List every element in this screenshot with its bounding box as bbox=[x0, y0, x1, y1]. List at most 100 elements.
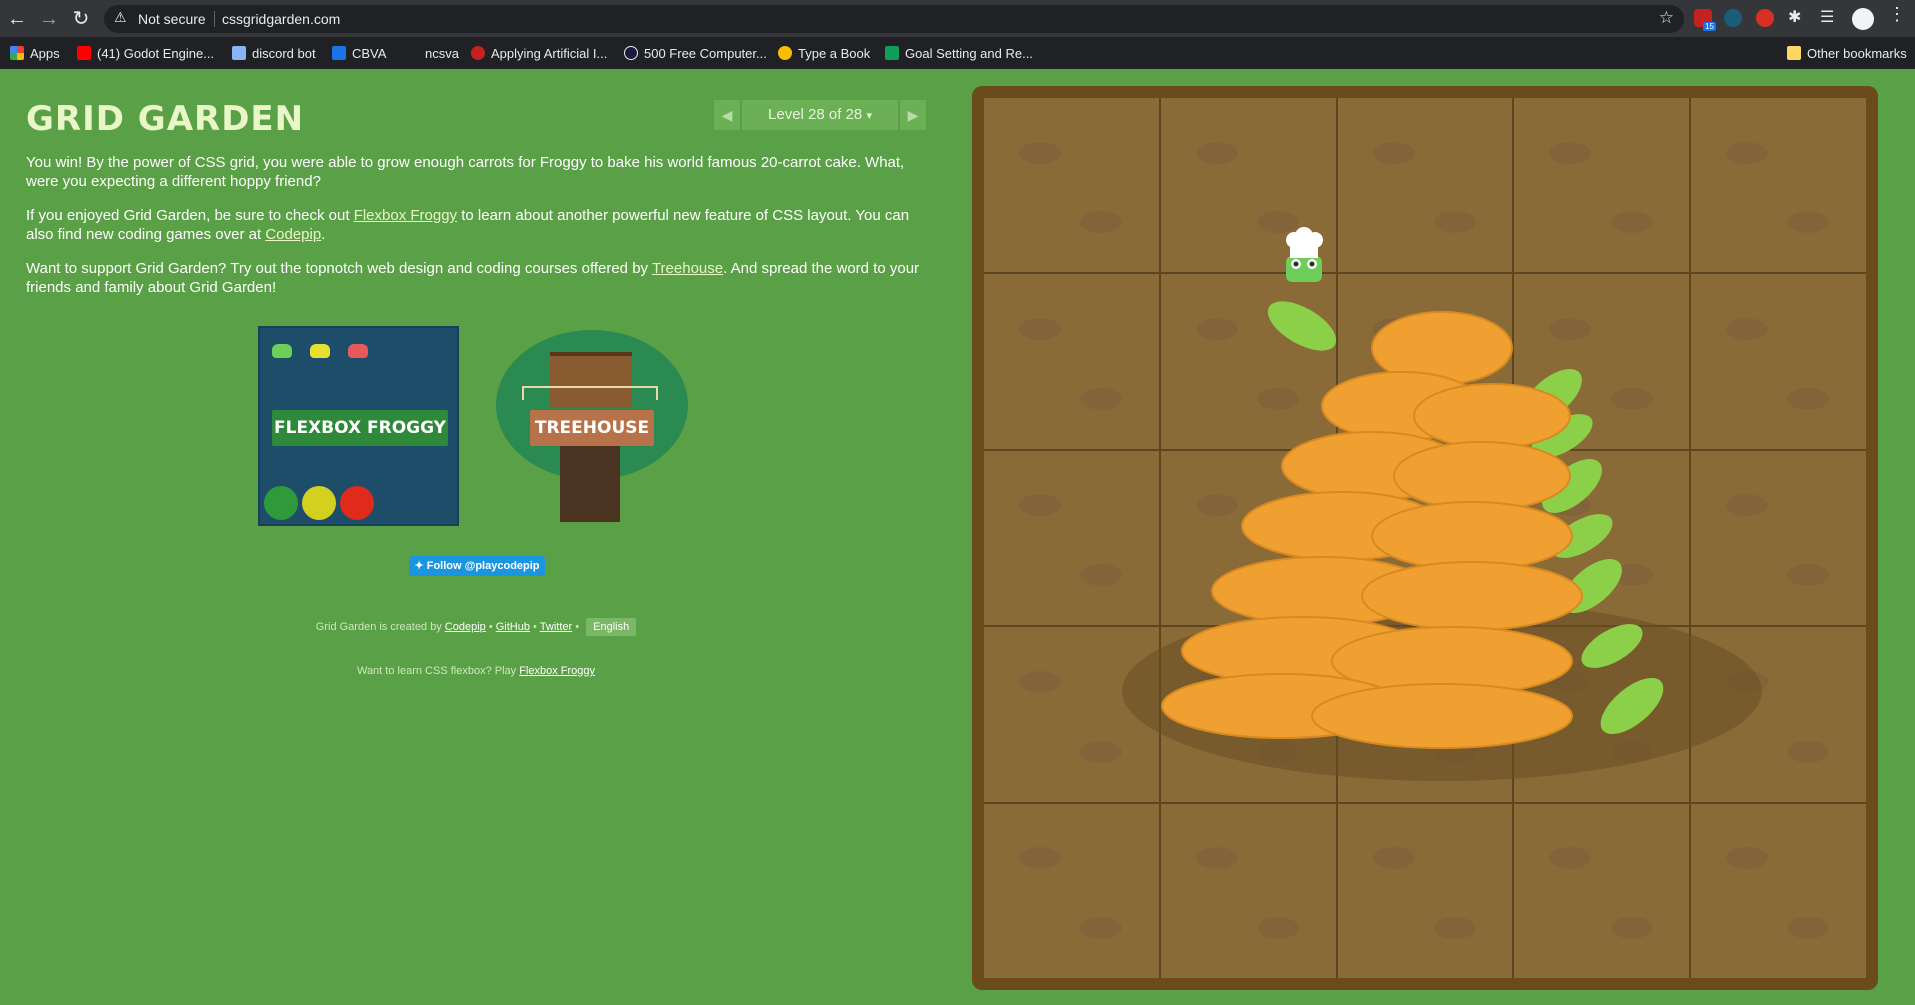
youtube-icon bbox=[77, 46, 91, 60]
treehouse-link[interactable]: Treehouse bbox=[652, 260, 723, 277]
address-bar[interactable]: ⚠ Not secure cssgridgarden.com ☆ bbox=[104, 5, 1684, 33]
garden-cell bbox=[1337, 274, 1513, 449]
warning-icon[interactable]: ⚠ bbox=[114, 9, 127, 26]
extension-badge-icon[interactable]: 15 bbox=[1694, 9, 1716, 31]
bookmark-goal-setting[interactable]: Goal Setting and Re... bbox=[885, 44, 1033, 62]
a-logo-icon bbox=[624, 46, 638, 60]
yellow-lilypad-icon bbox=[302, 486, 336, 520]
bookmark-ncsva[interactable]: ncsva bbox=[405, 44, 459, 62]
bookmark-type-a-book[interactable]: Type a Book bbox=[778, 44, 870, 62]
learn-prefix: Want to learn CSS flexbox? Play bbox=[356, 665, 520, 677]
bookmark-label: CBVA bbox=[352, 45, 387, 61]
codepip-credit-link[interactable]: Codepip bbox=[445, 621, 486, 633]
garden-cell bbox=[1160, 450, 1336, 626]
red-frog-icon bbox=[348, 344, 368, 358]
tree-trunk-icon bbox=[560, 446, 620, 522]
bookmark-label: discord bot bbox=[252, 45, 316, 61]
bookmark-label: 500 Free Computer... bbox=[644, 45, 767, 61]
twitter-follow-button[interactable]: ✦ Follow @playcodepip bbox=[409, 556, 545, 576]
bookmark-apps[interactable]: Apps bbox=[10, 44, 60, 62]
garden-cell bbox=[1691, 803, 1866, 978]
garden-cell bbox=[1160, 98, 1336, 273]
bookmark-applying-ai[interactable]: Applying Artificial I... bbox=[471, 44, 607, 62]
other-bookmarks[interactable]: Other bookmarks bbox=[1787, 44, 1907, 62]
not-secure-label[interactable]: Not secure bbox=[138, 11, 206, 27]
url-text[interactable]: cssgridgarden.com bbox=[222, 11, 340, 27]
flexbox-froggy-banner[interactable]: FLEXBOX FROGGY bbox=[258, 326, 459, 526]
codepip-link[interactable]: Codepip bbox=[265, 226, 321, 243]
forward-arrow-icon[interactable]: → bbox=[36, 6, 62, 32]
garden-board bbox=[972, 86, 1878, 990]
garden-cell bbox=[1160, 627, 1336, 802]
language-select[interactable]: English bbox=[586, 618, 637, 636]
credits-separator: • bbox=[530, 621, 540, 633]
page-content: GRID GARDEN ◀ Level 28 of 28 ▾ ▶ You win… bbox=[0, 69, 1915, 1005]
garden-cell bbox=[984, 274, 1159, 449]
github-link[interactable]: GitHub bbox=[496, 621, 530, 633]
treehouse-sign: TREEHOUSE bbox=[530, 410, 654, 446]
flexbox-froggy-footer-link[interactable]: Flexbox Froggy bbox=[519, 665, 595, 677]
omnibox-divider bbox=[214, 11, 215, 27]
treehouse-banner[interactable]: TREEHOUSE bbox=[494, 326, 690, 526]
folder-icon bbox=[1787, 46, 1801, 60]
credits-prefix: Grid Garden is created by bbox=[315, 621, 445, 633]
garden-cell bbox=[1691, 450, 1866, 626]
level-navigation: ◀ Level 28 of 28 ▾ ▶ bbox=[714, 100, 926, 130]
back-arrow-icon[interactable]: ← bbox=[4, 6, 30, 32]
follow-label: Follow @playcodepip bbox=[426, 560, 540, 572]
profile-avatar[interactable] bbox=[1852, 8, 1874, 30]
bookmark-label: Applying Artificial I... bbox=[491, 45, 608, 61]
garden-cell bbox=[1514, 450, 1690, 626]
cbva-icon bbox=[332, 46, 346, 60]
garden-cell bbox=[1160, 803, 1336, 978]
learn-flexbox-line: Want to learn CSS flexbox? Play Flexbox … bbox=[0, 665, 952, 677]
next-level-button[interactable]: ▶ bbox=[900, 100, 926, 130]
bookmarks-bar: Apps (41) Godot Engine... discord bot CB… bbox=[0, 37, 1915, 69]
garden-cell bbox=[1337, 98, 1513, 273]
extension-badge-count: 15 bbox=[1703, 22, 1716, 31]
course-icon bbox=[471, 46, 485, 60]
flexbox-froggy-sign: FLEXBOX FROGGY bbox=[272, 410, 448, 446]
prev-level-button[interactable]: ◀ bbox=[714, 100, 740, 130]
para2-text: If you enjoyed Grid Garden, be sure to c… bbox=[26, 207, 354, 224]
reading-list-icon[interactable]: ☰ bbox=[1820, 9, 1838, 27]
garden-cell bbox=[1691, 627, 1866, 802]
twitter-bird-icon: ✦ bbox=[414, 560, 424, 572]
smiley-icon bbox=[778, 46, 792, 60]
garden-cell bbox=[1514, 274, 1690, 449]
puzzle-extensions-icon[interactable]: ✱ bbox=[1788, 9, 1806, 27]
bookmark-label: ncsva bbox=[425, 45, 459, 61]
bookmark-discord-bot[interactable]: discord bot bbox=[232, 44, 316, 62]
garden-cell bbox=[1514, 98, 1690, 273]
treehouse-railing bbox=[522, 386, 658, 400]
bookmark-godot[interactable]: (41) Godot Engine... bbox=[77, 44, 214, 62]
twitter-link[interactable]: Twitter bbox=[540, 621, 572, 633]
garden-cell bbox=[1691, 274, 1866, 449]
garden-cell bbox=[1514, 627, 1690, 802]
extension-circle-icon[interactable] bbox=[1724, 9, 1742, 27]
extension-target-icon[interactable] bbox=[1756, 9, 1774, 27]
credits-line: Grid Garden is created by Codepip • GitH… bbox=[0, 618, 952, 636]
flexbox-froggy-link[interactable]: Flexbox Froggy bbox=[354, 207, 457, 224]
reload-icon[interactable]: ↻ bbox=[68, 6, 94, 32]
garden-cell bbox=[1160, 274, 1336, 449]
kebab-menu-icon[interactable]: ⋮ bbox=[1888, 4, 1906, 25]
para2-text: . bbox=[321, 226, 326, 243]
bookmark-label: (41) Godot Engine... bbox=[97, 45, 215, 61]
garden-cell bbox=[984, 627, 1159, 802]
document-icon bbox=[232, 46, 246, 60]
garden-cell bbox=[1337, 450, 1513, 626]
ncsva-icon bbox=[405, 46, 419, 60]
garden-cell bbox=[1514, 803, 1690, 978]
garden-cell bbox=[1691, 98, 1866, 273]
star-icon[interactable]: ☆ bbox=[1659, 8, 1674, 28]
apps-grid-icon bbox=[10, 46, 24, 60]
garden-cell bbox=[984, 450, 1159, 626]
chevron-down-icon: ▾ bbox=[866, 110, 872, 122]
bookmark-500-free[interactable]: 500 Free Computer... bbox=[624, 44, 767, 62]
yellow-frog-icon bbox=[310, 344, 330, 358]
para3-text: Want to support Grid Garden? Try out the… bbox=[26, 260, 652, 277]
bookmark-cbva[interactable]: CBVA bbox=[332, 44, 386, 62]
level-dropdown[interactable]: Level 28 of 28 ▾ bbox=[742, 100, 898, 130]
site-logo: GRID GARDEN bbox=[26, 99, 305, 139]
